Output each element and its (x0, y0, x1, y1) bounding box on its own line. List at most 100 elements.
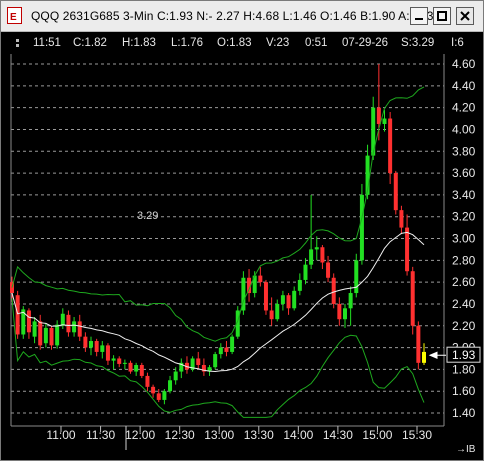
candle-body (15, 295, 20, 335)
candle-body (326, 262, 331, 278)
candle-body (196, 358, 201, 366)
y-tick-label: 3.00 (452, 232, 476, 246)
x-tick-label: 13:00 (204, 428, 234, 442)
candle-body (145, 375, 150, 387)
candle-body (280, 295, 285, 304)
info-volume: V:23 (266, 37, 290, 49)
candle-body (376, 107, 381, 124)
candle-body (43, 327, 48, 344)
candle-body (354, 260, 359, 294)
upper-band-line (11, 86, 425, 342)
candle-body (26, 310, 31, 333)
y-tick-label: 2.80 (452, 253, 476, 267)
candle-body (410, 271, 415, 326)
close-button[interactable] (456, 7, 474, 25)
candle-body (230, 336, 235, 352)
x-tick-label: 14:00 (283, 428, 313, 442)
info-close: C:1.82 (73, 37, 107, 49)
candle-body (309, 249, 314, 265)
candle-body (263, 282, 268, 311)
candle-body (38, 321, 43, 346)
x-tick-label: 15:30 (402, 428, 432, 442)
info-date: 07-29-26 (342, 37, 389, 49)
candle-body (416, 325, 421, 363)
svg-text:E: E (10, 12, 17, 23)
chart-window: E QQQ 2631G685 3-Min C:1.93 N:- 2.27 H:4… (0, 0, 484, 461)
candle-body (342, 308, 347, 320)
candle-body (393, 173, 398, 211)
candle-body (320, 247, 325, 263)
info-elapsed: 0:51 (305, 37, 328, 49)
x-tick-label: 11:00 (46, 428, 75, 442)
candle-body (117, 358, 122, 364)
y-tick-label: 2.20 (452, 319, 476, 333)
close-icon (460, 11, 470, 21)
last-price-label: 1.93 (452, 348, 476, 362)
candle-body (405, 227, 410, 272)
info-low: L:1.76 (171, 37, 203, 49)
candle-body (139, 365, 144, 376)
y-tick-label: 3.60 (452, 166, 476, 180)
x-tick-label: 14:30 (323, 428, 353, 442)
window-title: QQQ 2631G685 3-Min C:1.93 N:- 2.27 H:4.6… (31, 9, 448, 23)
candle-body (55, 324, 60, 346)
y-tick-label: 3.80 (452, 144, 476, 158)
candle-body (122, 362, 127, 364)
candle-body (388, 118, 393, 174)
candle-body (218, 347, 223, 355)
candle-body (422, 351, 426, 363)
y-tick-label: 3.40 (452, 188, 476, 202)
candle-body (111, 358, 116, 361)
price-chart[interactable]: 4.60 4.40 4.20 4.00 3.80 3.60 3.40 3.20 3.00 2.80… (1, 54, 483, 460)
candle-body (303, 264, 308, 280)
y-tick-label: 2.60 (452, 275, 476, 289)
y-tick-label: 1.60 (452, 384, 476, 398)
y-tick-label: 2.40 (452, 297, 476, 311)
candle-body (359, 194, 364, 261)
x-tick-label: 13:30 (244, 428, 274, 442)
candle-body (156, 393, 161, 400)
cursor-marker-icon (16, 39, 19, 47)
candle-body (72, 321, 77, 333)
y-tick-label: 1.80 (452, 362, 476, 376)
candle-body (151, 386, 156, 394)
candle-body (348, 293, 353, 309)
candle-body (213, 354, 218, 368)
candle-body (275, 303, 280, 320)
candle-body (331, 277, 336, 304)
minimize-button[interactable] (410, 7, 428, 25)
x-tick-label: 15:00 (362, 428, 392, 442)
candle-body (297, 279, 302, 291)
y-tick-label: 4.00 (452, 122, 476, 136)
title-bar[interactable]: E QQQ 2631G685 3-Min C:1.93 N:- 2.27 H:4… (1, 1, 483, 32)
candle-body (168, 380, 173, 392)
candle-body (100, 345, 105, 352)
candle-body (49, 327, 54, 346)
x-tick-label: 12:30 (165, 428, 195, 442)
x-tick-label: 11:30 (86, 428, 115, 442)
candle-body (128, 362, 133, 372)
candle-body (134, 365, 139, 372)
y-tick-label: 4.20 (452, 101, 476, 115)
candle-body (60, 313, 65, 326)
candle-body (337, 303, 342, 320)
x-tick-label: 12:00 (125, 428, 155, 442)
info-bar: 11:51 C:1.82 H:1.83 L:1.76 O:1.83 V:23 0… (1, 32, 483, 54)
info-high: H:1.83 (122, 37, 156, 49)
minimize-icon (415, 18, 423, 20)
candle-body (77, 321, 82, 337)
maximize-button[interactable] (433, 7, 451, 25)
candle-body (286, 295, 291, 309)
info-extra: I:6 (451, 37, 464, 49)
candle-body (105, 345, 110, 361)
candle-body (66, 314, 71, 333)
corner-label: →IB (456, 444, 476, 455)
candle-body (382, 118, 387, 124)
y-tick-label: 4.60 (452, 57, 476, 71)
maximize-icon (437, 11, 447, 21)
y-tick-label: 3.20 (452, 210, 476, 224)
info-summary: S:3.29 (401, 37, 435, 49)
candle-body (292, 290, 297, 309)
candle-body (32, 321, 37, 337)
info-open: O:1.83 (217, 37, 252, 49)
